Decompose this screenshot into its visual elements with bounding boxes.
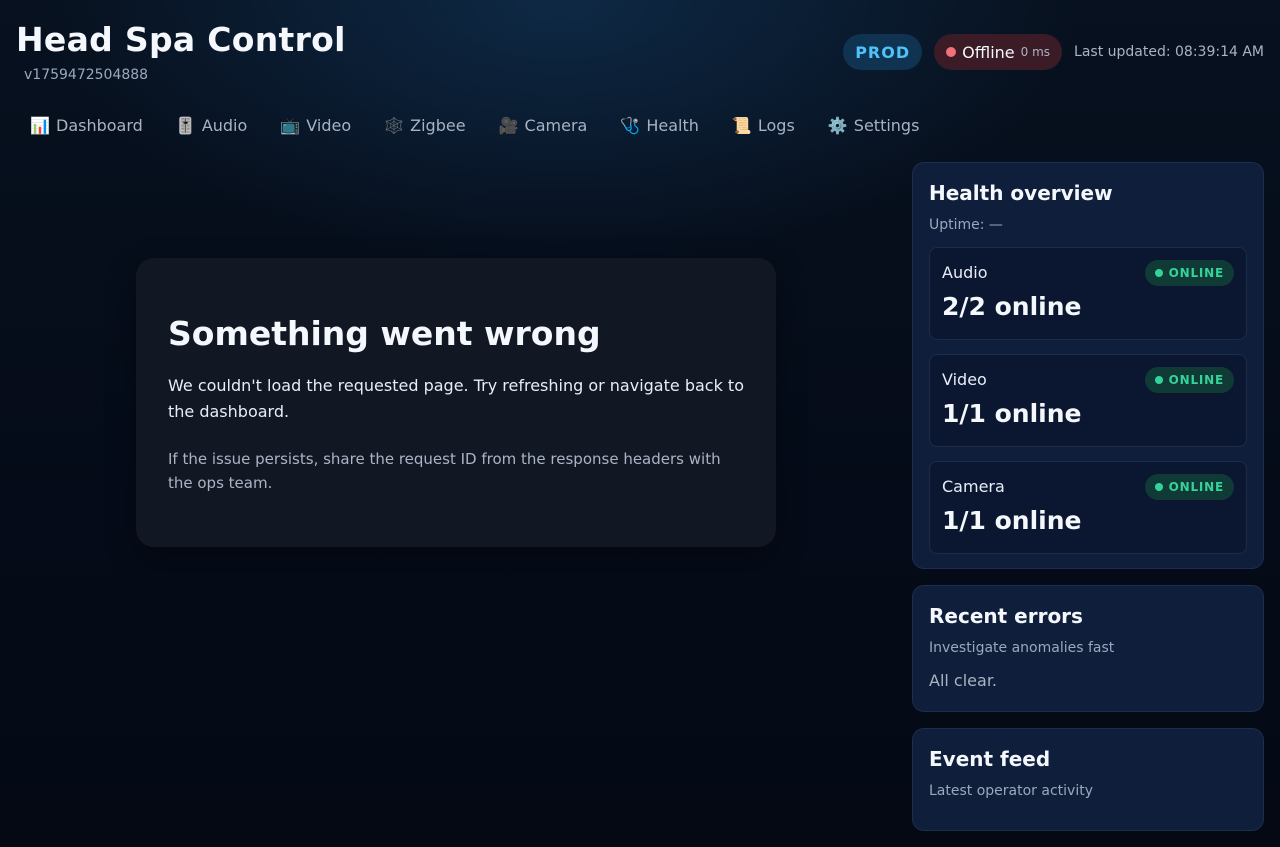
nav-item-settings[interactable]: ⚙️ Settings <box>814 108 939 142</box>
mixer-icon: 🎚️ <box>175 115 196 135</box>
service-card-video: Video ONLINE 1/1 online <box>929 354 1247 447</box>
service-count: 1/1 online <box>942 399 1082 428</box>
nav-item-label: Settings <box>853 115 920 135</box>
panel-subtitle: Investigate anomalies fast <box>929 640 1115 656</box>
panel-title: Recent errors <box>929 604 1083 628</box>
error-hint: If the issue persists, share the request… <box>168 450 721 492</box>
nav-item-dashboard[interactable]: 📊 Dashboard <box>16 108 162 142</box>
camera-icon: 🎥 <box>498 115 519 135</box>
service-count: 1/1 online <box>942 506 1082 535</box>
connection-status-label: Offline <box>962 42 1015 62</box>
service-card-camera: Camera ONLINE 1/1 online <box>929 461 1247 554</box>
status-dot-icon <box>1154 269 1163 277</box>
gear-icon: ⚙️ <box>827 115 848 135</box>
service-count: 2/2 online <box>942 292 1082 321</box>
status-dot-icon <box>1154 483 1163 491</box>
chart-icon: 📊 <box>30 115 50 135</box>
nav-item-camera[interactable]: 🎥 Camera <box>485 108 607 142</box>
tv-icon: 📺 <box>280 115 301 135</box>
header-status: PROD Offline 0 ms Last updated: 08:39:14… <box>843 34 1264 70</box>
last-updated: Last updated: 08:39:14 AM <box>1074 44 1264 60</box>
empty-state: All clear. <box>929 671 998 690</box>
error-message: We couldn't load the requested page. Try… <box>168 376 744 421</box>
nav-item-label: Health <box>646 115 699 135</box>
web-icon: 🕸️ <box>384 115 405 135</box>
nav-item-video[interactable]: 📺 Video <box>266 108 370 142</box>
panel-subtitle: Latest operator activity <box>929 783 1093 799</box>
nav-item-logs[interactable]: 📜 Logs <box>718 108 814 142</box>
nav-item-label: Audio <box>201 115 248 135</box>
nav-item-label: Camera <box>524 115 588 135</box>
nav-item-label: Dashboard <box>56 115 143 135</box>
app-version: v1759472504888 <box>24 67 149 83</box>
panel-title: Event feed <box>929 747 1051 771</box>
status-label: ONLINE <box>1168 266 1224 280</box>
nav-item-audio[interactable]: 🎚️ Audio <box>162 108 266 142</box>
status-label: ONLINE <box>1168 373 1224 387</box>
status-label: ONLINE <box>1168 480 1224 494</box>
environment-badge: PROD <box>843 34 923 70</box>
recent-errors-panel: Recent errors Investigate anomalies fast… <box>912 585 1264 712</box>
main-nav: 📊 Dashboard 🎚️ Audio 📺 Video 🕸️ Zigbee 🎥… <box>16 108 938 142</box>
connection-status-badge: Offline 0 ms <box>934 34 1063 70</box>
nav-item-zigbee[interactable]: 🕸️ Zigbee <box>370 108 484 142</box>
nav-item-health[interactable]: 🩺 Health <box>606 108 718 142</box>
connection-latency: 0 ms <box>1020 45 1051 59</box>
uptime: Uptime: — <box>929 217 1003 233</box>
scroll-icon: 📜 <box>731 115 752 135</box>
health-overview-panel: Health overview Uptime: — Audio ONLINE 2… <box>912 162 1264 569</box>
panel-title: Health overview <box>929 181 1113 205</box>
service-card-audio: Audio ONLINE 2/2 online <box>929 247 1247 340</box>
status-badge: ONLINE <box>1144 474 1234 500</box>
app-title: Head Spa Control <box>16 20 346 59</box>
nav-item-label: Video <box>306 115 352 135</box>
status-dot-icon <box>1154 376 1163 384</box>
status-dot-icon <box>946 47 957 57</box>
error-card: Something went wrong We couldn't load th… <box>136 258 776 547</box>
nav-item-label: Zigbee <box>410 115 466 135</box>
error-title: Something went wrong <box>168 314 601 353</box>
stethoscope-icon: 🩺 <box>620 115 641 135</box>
status-badge: ONLINE <box>1144 260 1234 286</box>
event-feed-panel: Event feed Latest operator activity <box>912 728 1264 831</box>
status-badge: ONLINE <box>1144 367 1234 393</box>
nav-item-label: Logs <box>757 115 795 135</box>
